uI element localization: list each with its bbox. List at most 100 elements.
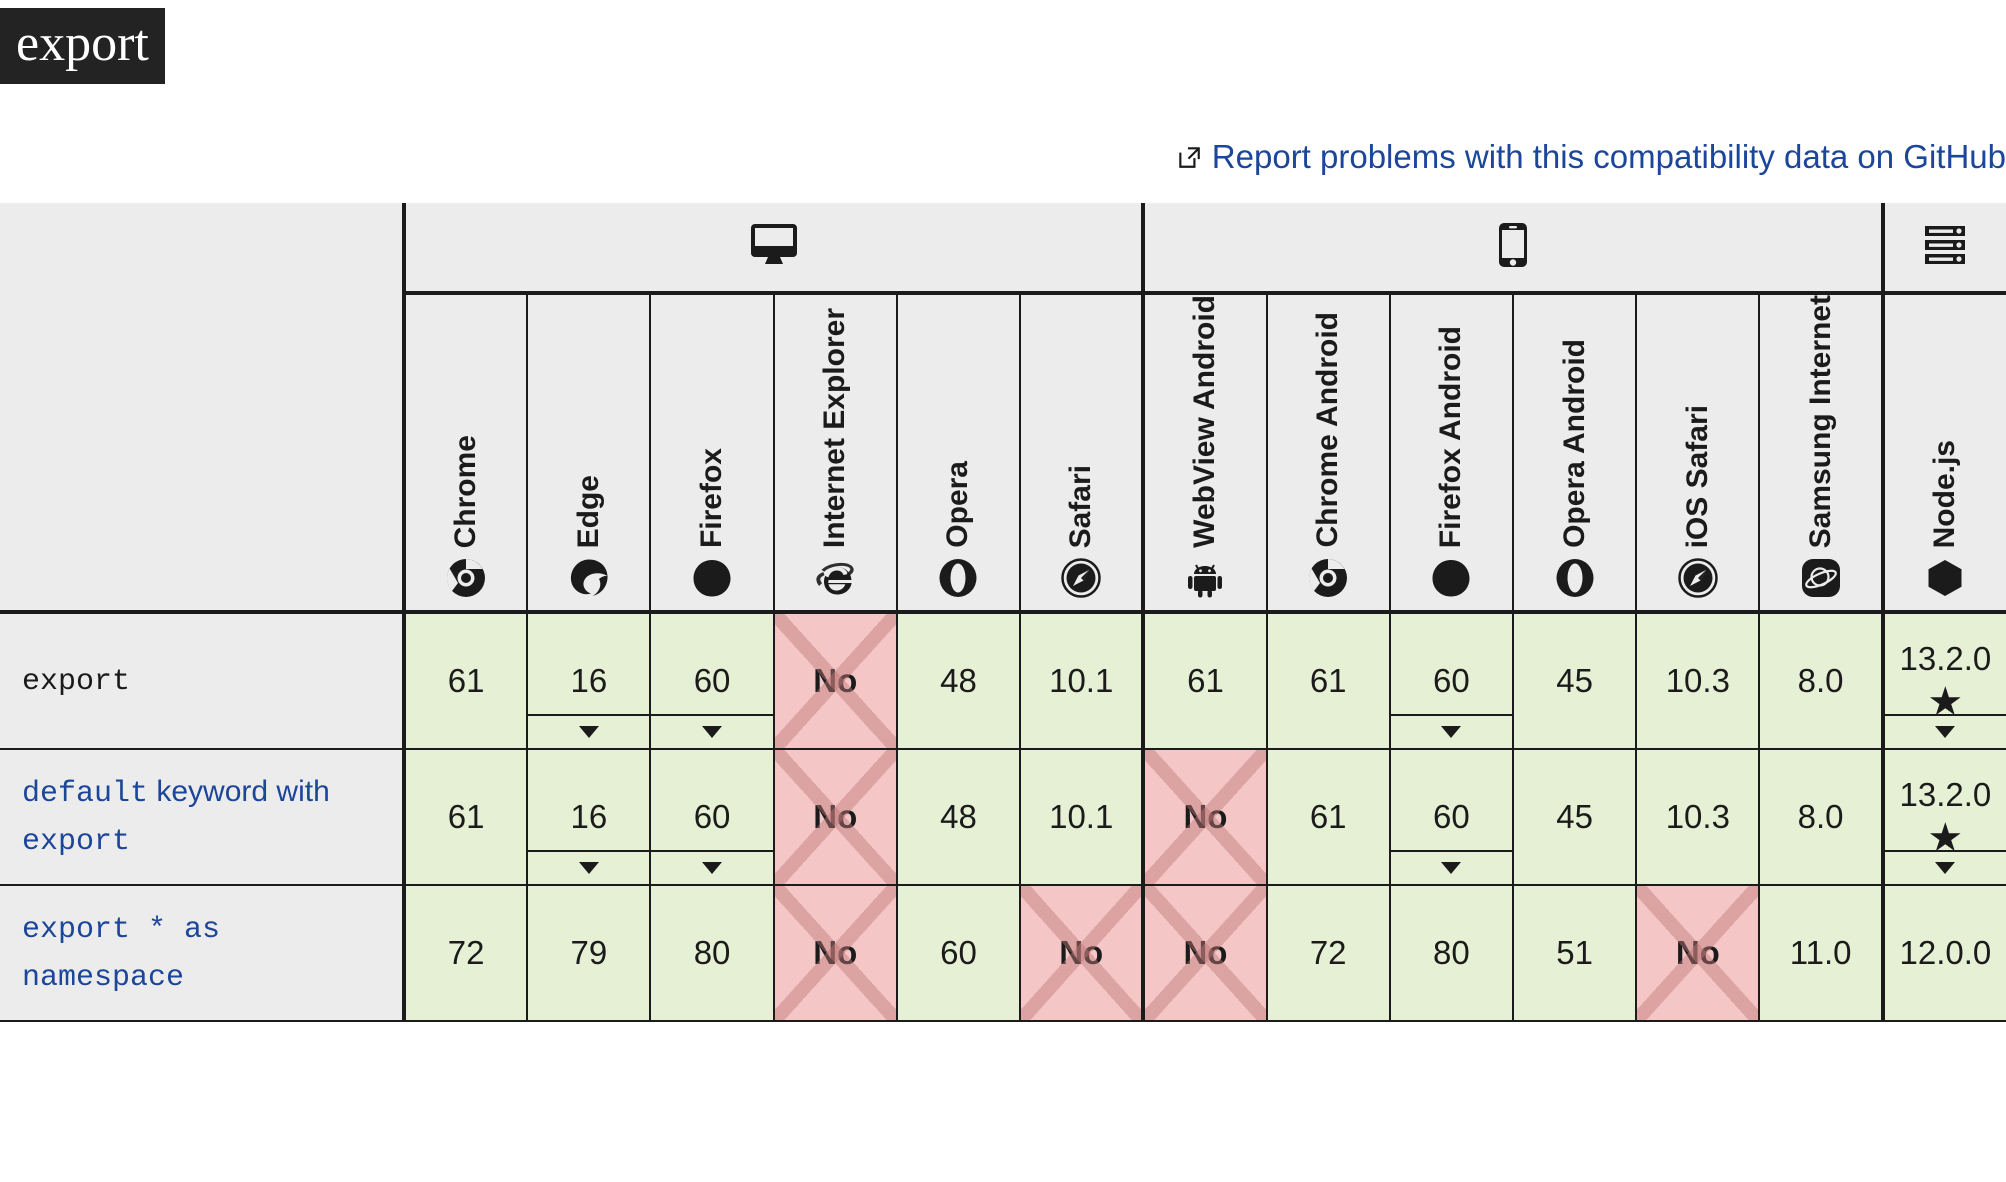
browser-name-label: Safari — [1064, 464, 1098, 548]
compat-cell[interactable]: 10.1 — [1019, 612, 1144, 750]
opera-logo-icon — [938, 558, 978, 598]
compat-cell[interactable]: 48 — [895, 612, 1021, 750]
compat-cell[interactable]: No — [772, 612, 897, 750]
chevron-down-icon — [578, 862, 599, 874]
compat-cell[interactable]: No — [1141, 749, 1267, 886]
version-value: 45 — [1556, 798, 1593, 835]
version-value: 13.2.0 — [1899, 776, 1992, 813]
compat-cell[interactable]: 61 — [401, 749, 528, 886]
compat-cell[interactable]: 60 — [1388, 612, 1513, 750]
compat-cell[interactable]: 48 — [895, 749, 1021, 886]
browser-header-opera[interactable]: Opera — [895, 293, 1021, 614]
browser-header-chrome-android[interactable]: Chrome Android — [1265, 293, 1390, 614]
compat-cell[interactable]: 61 — [401, 612, 528, 750]
feature-label-part: default — [22, 777, 149, 811]
version-value: 8.0 — [1797, 798, 1844, 835]
compat-cell[interactable]: 8.0 — [1758, 749, 1883, 886]
browser-name-label: Opera Android — [1557, 339, 1591, 548]
compat-cell[interactable]: 80 — [649, 885, 774, 1022]
compat-cell[interactable]: 61 — [1265, 749, 1390, 886]
feature-label: export — [22, 665, 131, 699]
expand-toggle[interactable] — [651, 714, 773, 748]
firefox-logo-icon — [692, 558, 732, 598]
page-title: export — [0, 8, 165, 84]
compat-cell[interactable]: 8.0 — [1758, 612, 1883, 750]
compat-cell[interactable]: 13.2.0 ★ — [1880, 749, 2006, 886]
compat-cell[interactable]: 10.3 — [1635, 612, 1760, 750]
browser-header-internet-explorer[interactable]: Internet Explorer — [772, 293, 897, 614]
browser-header-webview-android[interactable]: WebView Android — [1141, 293, 1267, 614]
compat-cell[interactable]: No — [1141, 885, 1267, 1022]
compat-cell[interactable]: 61 — [1141, 612, 1267, 750]
compat-cell[interactable]: 60 — [649, 749, 774, 886]
expand-toggle[interactable] — [1884, 714, 2006, 748]
compat-cell[interactable]: No — [772, 885, 897, 1022]
browser-header-ios-safari[interactable]: iOS Safari — [1635, 293, 1760, 614]
nodejs-logo-icon — [1925, 558, 1965, 598]
compat-cell[interactable]: 60 — [1388, 749, 1513, 886]
compat-cell[interactable]: 51 — [1511, 885, 1637, 1022]
chevron-down-icon — [1441, 862, 1462, 874]
browser-name-label: Chrome — [449, 434, 483, 548]
compat-cell[interactable]: 72 — [1265, 885, 1390, 1022]
feature-label-part: export — [22, 825, 131, 859]
chevron-down-icon — [1935, 862, 1956, 874]
version-value: 48 — [940, 662, 977, 699]
compat-cell[interactable]: 10.1 — [1019, 749, 1144, 886]
compat-cell[interactable]: No — [1635, 885, 1760, 1022]
feature-name-cell: export — [0, 612, 406, 750]
compat-cell[interactable]: 79 — [526, 885, 651, 1022]
feature-header-cell — [0, 293, 404, 614]
expand-toggle[interactable] — [1390, 714, 1512, 748]
browser-header-chrome[interactable]: Chrome — [401, 293, 528, 614]
expand-toggle[interactable] — [528, 850, 650, 884]
compat-cell[interactable]: 16 — [526, 749, 651, 886]
support-value: No — [1183, 798, 1228, 835]
compat-cell[interactable]: 72 — [401, 885, 528, 1022]
compat-cell[interactable]: 16 — [526, 612, 651, 750]
compat-cell[interactable]: 60 — [649, 612, 774, 750]
compat-cell[interactable]: No — [772, 749, 897, 886]
compat-rows: export 61 16 60 No 48 10.1 61 61 60 45 1… — [0, 612, 2006, 1022]
browser-name-label: Firefox Android — [1434, 325, 1468, 548]
browser-compat-page: export Report problems with this compati… — [0, 0, 2006, 1182]
version-value: 79 — [570, 934, 608, 971]
desktop-monitor-icon — [750, 223, 797, 271]
expand-toggle[interactable] — [1884, 850, 2006, 884]
browser-header-row: Chrome Edge Firefox Internet Explorer Op… — [0, 293, 2006, 614]
version-value: 16 — [570, 662, 608, 699]
version-value: 48 — [940, 798, 977, 835]
compat-cell[interactable]: 60 — [895, 885, 1021, 1022]
version-value: 10.3 — [1665, 798, 1730, 835]
expand-toggle[interactable] — [528, 714, 650, 748]
compat-cell[interactable]: 61 — [1265, 612, 1390, 750]
compat-cell[interactable]: 80 — [1388, 885, 1513, 1022]
version-value: 10.1 — [1049, 798, 1114, 835]
expand-toggle[interactable] — [1390, 850, 1512, 884]
version-value: 61 — [1309, 662, 1347, 699]
browser-header-samsung-internet[interactable]: Samsung Internet — [1758, 293, 1883, 614]
compat-cell[interactable]: 45 — [1511, 612, 1637, 750]
version-value: 12.0.0 — [1899, 934, 1992, 971]
group-desktop — [401, 203, 1144, 295]
browser-header-safari[interactable]: Safari — [1019, 293, 1144, 614]
group-mobile — [1141, 203, 1883, 295]
compat-cell[interactable]: 13.2.0 ★ — [1880, 612, 2006, 750]
version-value: 51 — [1556, 934, 1593, 971]
version-value: 61 — [447, 798, 485, 835]
compat-cell[interactable]: 10.3 — [1635, 749, 1760, 886]
compat-cell[interactable]: No — [1019, 885, 1144, 1022]
browser-header-firefox-android[interactable]: Firefox Android — [1388, 293, 1513, 614]
support-value: No — [813, 934, 858, 971]
browser-header-firefox[interactable]: Firefox — [649, 293, 774, 614]
browser-header-edge[interactable]: Edge — [526, 293, 651, 614]
report-problems-link[interactable]: Report problems with this compatibility … — [1176, 138, 2006, 176]
expand-toggle[interactable] — [651, 850, 773, 884]
compat-cell[interactable]: 45 — [1511, 749, 1637, 886]
compat-cell[interactable]: 11.0 — [1758, 885, 1883, 1022]
browser-header-opera-android[interactable]: Opera Android — [1511, 293, 1637, 614]
version-value: 61 — [1309, 798, 1347, 835]
browser-header-nodejs[interactable]: Node.js — [1880, 293, 2006, 614]
compat-cell[interactable]: 12.0.0 — [1880, 885, 2006, 1022]
support-value: No — [813, 662, 858, 699]
